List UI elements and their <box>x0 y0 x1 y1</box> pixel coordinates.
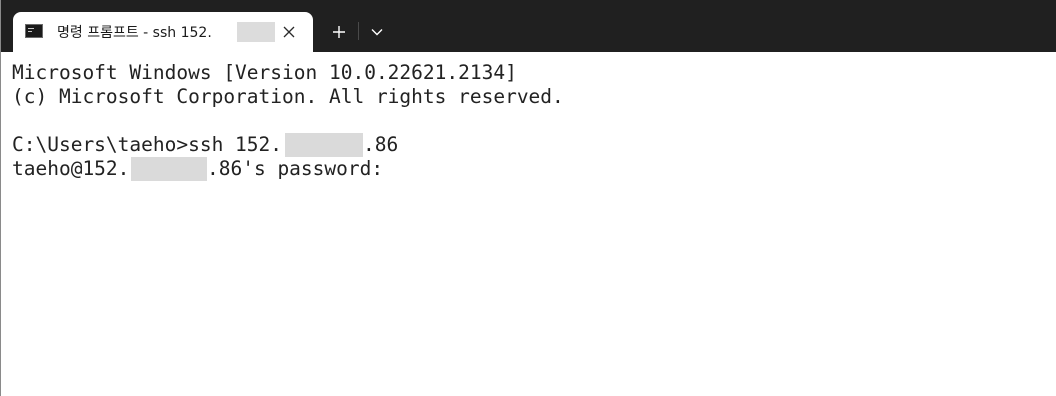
terminal-line-2: (c) Microsoft Corporation. All rights re… <box>12 85 564 108</box>
redacted-ip-block <box>237 22 275 42</box>
redacted-ip-block <box>285 133 363 157</box>
tab-divider <box>358 22 359 40</box>
terminal-line-4: C:\Users\taeho>ssh 152. <box>12 133 283 156</box>
tab-command-prompt[interactable]: 명령 프롬프트 - ssh 152. <box>13 12 313 52</box>
command-prompt-icon <box>25 24 43 38</box>
chevron-down-icon <box>371 29 383 36</box>
plus-icon <box>333 26 345 38</box>
tab-title: 명령 프롬프트 - ssh 152. <box>57 25 212 41</box>
new-tab-button[interactable] <box>323 16 355 48</box>
terminal-window: 명령 프롬프트 - ssh 152. Microsoft Windows [Ve… <box>0 0 1056 396</box>
terminal-line-4-suffix: .86 <box>363 133 399 156</box>
terminal-line-5: taeho@152. <box>12 157 130 180</box>
profiles-dropdown-button[interactable] <box>363 16 391 48</box>
terminal-output[interactable]: Microsoft Windows [Version 10.0.22621.21… <box>1 52 1056 396</box>
tab-bar: 명령 프롬프트 - ssh 152. <box>1 0 1056 52</box>
close-tab-button[interactable] <box>277 20 301 44</box>
terminal-line-5-suffix: .86's password: <box>207 157 384 180</box>
redacted-ip-block <box>131 157 207 181</box>
terminal-line-1: Microsoft Windows [Version 10.0.22621.21… <box>12 61 517 84</box>
close-icon <box>283 26 295 38</box>
